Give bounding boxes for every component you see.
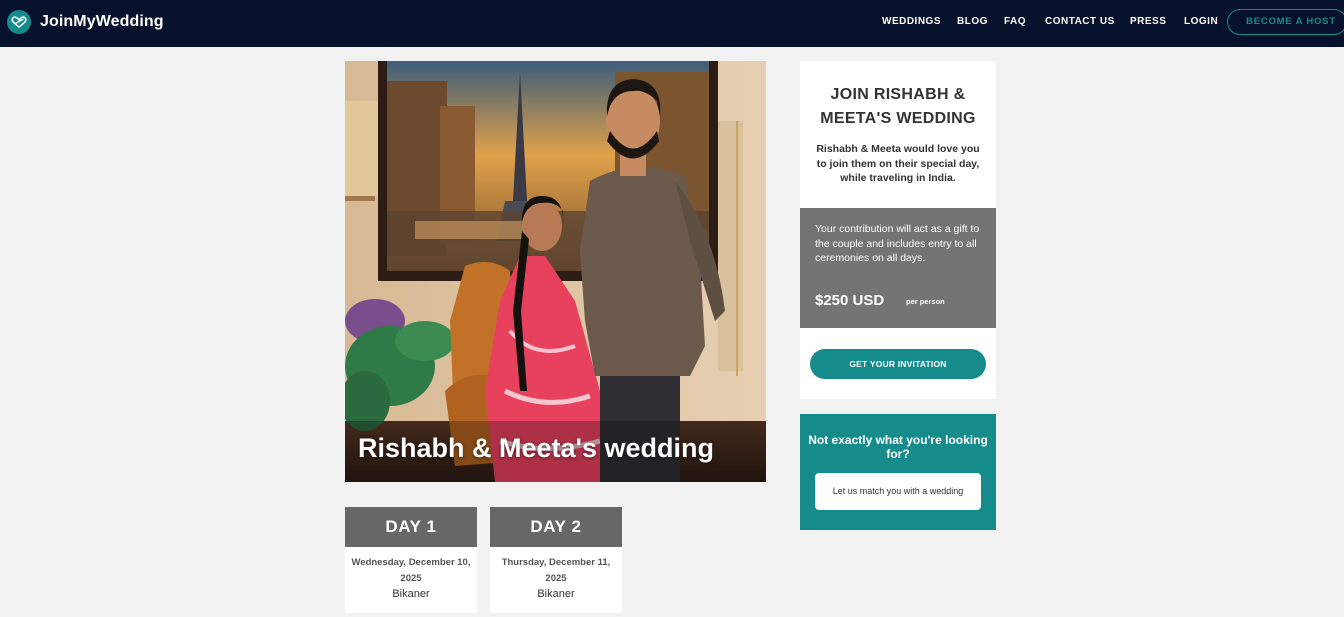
match-card: Not exactly what you're looking for? Let… [800,414,996,530]
nav-link-login[interactable]: LOGIN [1184,16,1218,27]
day-date: Thursday, December 11, 2025 [501,557,611,584]
top-navbar: JoinMyWedding WEDDINGS BLOG FAQ CONTACT … [0,0,1344,47]
nav-link-weddings[interactable]: WEDDINGS [882,16,941,27]
day-card-2[interactable]: DAY 2 Thursday, December 11, 2025 Bikane… [490,507,622,613]
logo-text[interactable]: JoinMyWedding [40,13,164,31]
day-location: Bikaner [392,588,430,600]
contribution-text: Your contribution will act as a gift to … [815,223,980,264]
day-card-1[interactable]: DAY 1 Wednesday, December 10, 2025 Bikan… [345,507,477,613]
match-me-button[interactable]: Let us match you with a wedding [815,473,981,510]
contribution-panel: Your contribution will act as a gift to … [800,208,996,328]
price: $250 USD [815,292,885,309]
join-wedding-title: JOIN RISHABH & MEETA'S WEDDING [820,86,976,127]
day-label: DAY 2 [490,507,622,547]
couple-photo-illustration [345,61,766,482]
nav-link-contact-us[interactable]: CONTACT US [1045,16,1115,27]
nav-link-blog[interactable]: BLOG [957,16,988,27]
join-wedding-intro: Rishabh & Meeta would love you to join t… [816,143,980,184]
join-wedding-card: JOIN RISHABH & MEETA'S WEDDING Rishabh &… [800,61,996,399]
logo-icon[interactable] [7,10,31,34]
day-label: DAY 1 [345,507,477,547]
day-location: Bikaner [537,588,575,600]
get-invitation-button[interactable]: GET YOUR INVITATION [810,349,986,379]
price-unit: per person [906,297,945,306]
hero-title: Rishabh & Meeta's wedding [358,433,714,463]
day-date: Wednesday, December 10, 2025 [351,557,471,584]
become-a-host-button[interactable]: BECOME A HOST [1227,9,1344,35]
hero-photo: Rishabh & Meeta's wedding [345,61,766,482]
nav-link-press[interactable]: PRESS [1130,16,1166,27]
nav-link-faq[interactable]: FAQ [1004,16,1026,27]
match-card-title: Not exactly what you're looking for? [808,433,988,461]
